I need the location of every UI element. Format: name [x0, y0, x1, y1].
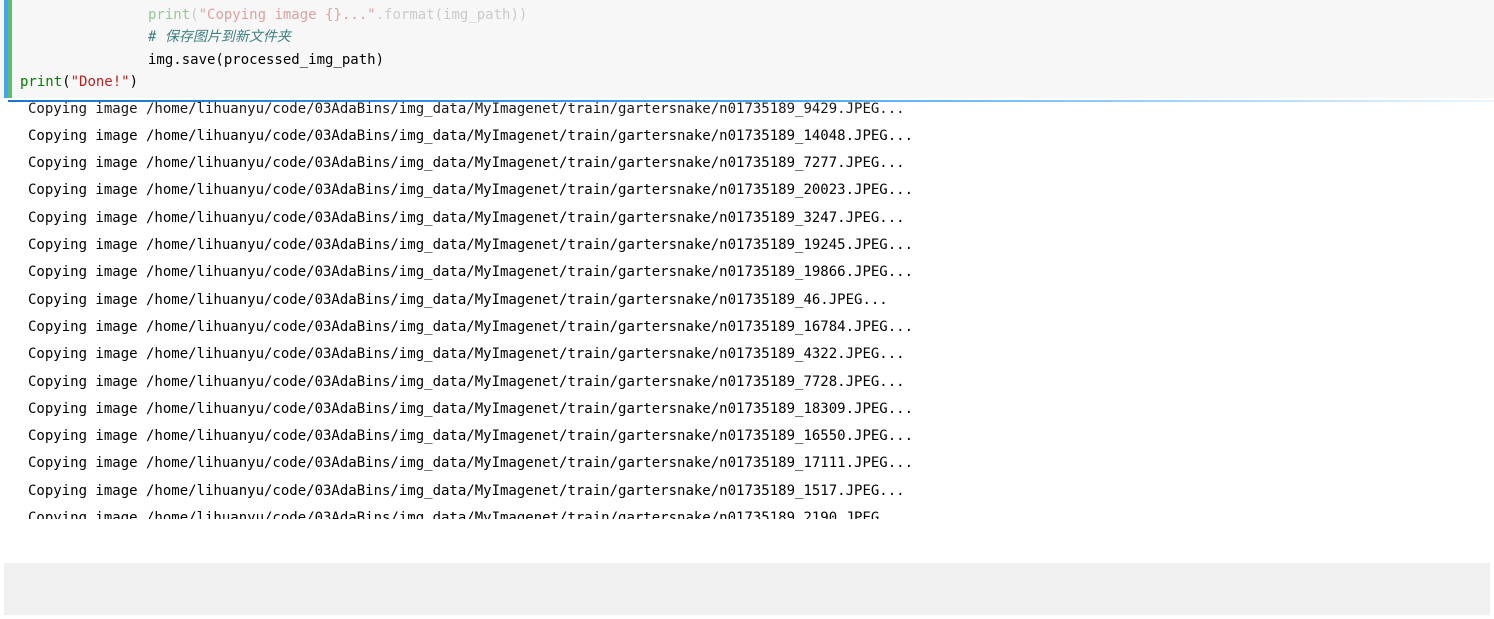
empty-cell[interactable]: [4, 563, 1490, 615]
output-line: Copying image /home/lihuanyu/code/03AdaB…: [28, 259, 1486, 286]
output-line: Copying image /home/lihuanyu/code/03AdaB…: [28, 205, 1486, 232]
code-line-print: print("Done!"): [20, 71, 1486, 93]
output-line: Copying image /home/lihuanyu/code/03AdaB…: [28, 369, 1486, 396]
notebook-container: print("Copying image {}...".format(img_p…: [0, 0, 1494, 619]
output-line: Copying image /home/lihuanyu/code/03AdaB…: [28, 314, 1486, 341]
code-line-comment: # 保存图片到新文件夹: [20, 26, 1486, 48]
output-line: Copying image /home/lihuanyu/code/03AdaB…: [28, 177, 1486, 204]
output-line: Copying image /home/lihuanyu/code/03AdaB…: [28, 123, 1486, 150]
code-line-cut: print("Copying image {}...".format(img_p…: [20, 4, 1486, 26]
output-line: Copying image /home/lihuanyu/code/03AdaB…: [28, 450, 1486, 477]
output-line: Copying image /home/lihuanyu/code/03AdaB…: [28, 150, 1486, 177]
output-line: Copying image /home/lihuanyu/code/03AdaB…: [28, 396, 1486, 423]
output-line: Copying image /home/lihuanyu/code/03AdaB…: [28, 478, 1486, 505]
output-area[interactable]: Copying image /home/lihuanyu/code/03AdaB…: [0, 102, 1494, 553]
code-editor[interactable]: print("Copying image {}...".format(img_p…: [4, 0, 1494, 98]
code-cell[interactable]: print("Copying image {}...".format(img_p…: [0, 0, 1494, 98]
output-line: Copying image /home/lihuanyu/code/03AdaB…: [28, 423, 1486, 450]
output-line: Copying image /home/lihuanyu/code/03AdaB…: [28, 102, 1486, 123]
output-line: Copying image /home/lihuanyu/code/03AdaB…: [28, 287, 1486, 314]
output-line: Copying image /home/lihuanyu/code/03AdaB…: [28, 341, 1486, 368]
output-line: Copying image /home/lihuanyu/code/03AdaB…: [28, 232, 1486, 259]
code-line-save: img.save(processed_img_path): [20, 49, 1486, 71]
output-line: Copying image /home/lihuanyu/code/03AdaB…: [28, 505, 1486, 519]
cell-status-marker: [8, 0, 12, 98]
